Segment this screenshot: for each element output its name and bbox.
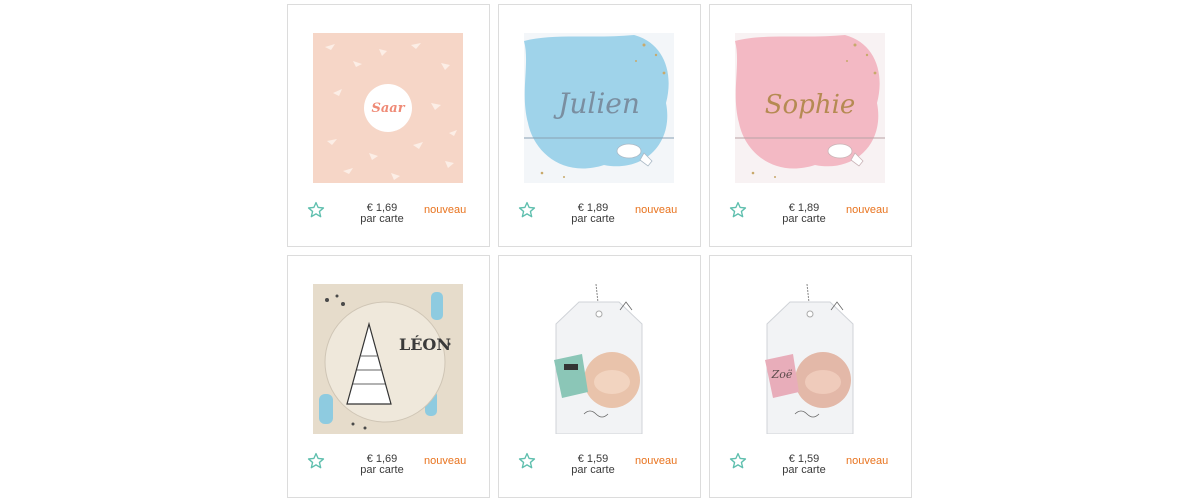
price-unit: par carte <box>571 213 615 225</box>
price-block: € 1,69 par carte <box>346 203 418 225</box>
product-image[interactable]: Sophie <box>735 33 885 183</box>
star-outline-icon[interactable] <box>307 452 325 470</box>
product-card-saar[interactable]: Saar € 1,69 par carte nouveau <box>287 4 490 247</box>
card-name-text: LÉON <box>399 334 451 354</box>
product-card-sophie[interactable]: Sophie € 1,89 par carte nouveau <box>709 4 912 247</box>
price-block: € 1,59 par carte <box>557 454 629 476</box>
star-outline-icon[interactable] <box>307 201 325 219</box>
card-name-text: Saar <box>371 101 405 116</box>
price-unit: par carte <box>360 213 404 225</box>
price-unit: par carte <box>782 213 826 225</box>
new-badge: nouveau <box>424 455 467 467</box>
product-card-leon[interactable]: LÉON € 1,69 par carte nouveau <box>287 255 490 498</box>
price-block: € 1,59 par carte <box>768 454 840 476</box>
new-badge: nouveau <box>635 204 678 216</box>
product-card-tag-zoe[interactable]: Zoë € 1,59 par carte nouveau <box>709 255 912 498</box>
new-badge: nouveau <box>635 455 678 467</box>
price-block: € 1,89 par carte <box>768 203 840 225</box>
product-image[interactable]: LÉON <box>313 284 463 434</box>
star-outline-icon[interactable] <box>729 201 747 219</box>
star-outline-icon[interactable] <box>518 201 536 219</box>
card-name-text: Julien <box>553 87 640 120</box>
product-image[interactable] <box>524 284 674 434</box>
product-image[interactable]: Saar <box>313 33 463 183</box>
product-grid: Saar € 1,69 par carte nouveau Julien € 1… <box>287 4 912 498</box>
card-name-text: Zoë <box>771 368 793 381</box>
card-name-text: Sophie <box>765 90 856 120</box>
new-badge: nouveau <box>846 204 889 216</box>
product-card-tag-boy[interactable]: € 1,59 par carte nouveau <box>498 255 701 498</box>
price-block: € 1,89 par carte <box>557 203 629 225</box>
price-unit: par carte <box>782 464 826 476</box>
price-unit: par carte <box>571 464 615 476</box>
new-badge: nouveau <box>424 204 467 216</box>
price-unit: par carte <box>360 464 404 476</box>
product-image[interactable]: Zoë <box>735 284 885 434</box>
product-card-julien[interactable]: Julien € 1,89 par carte nouveau <box>498 4 701 247</box>
new-badge: nouveau <box>846 455 889 467</box>
star-outline-icon[interactable] <box>729 452 747 470</box>
product-image[interactable]: Julien <box>524 33 674 183</box>
price-block: € 1,69 par carte <box>346 454 418 476</box>
star-outline-icon[interactable] <box>518 452 536 470</box>
